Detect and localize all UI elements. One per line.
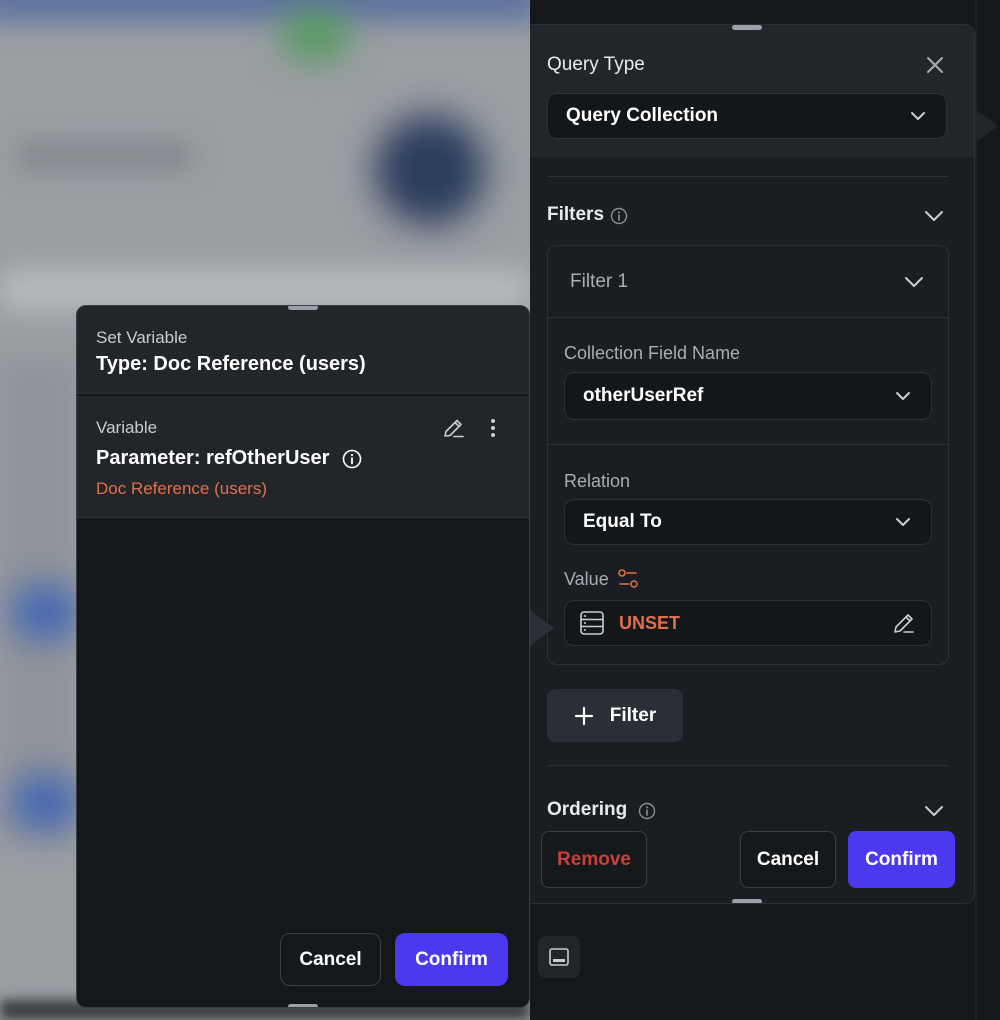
filters-label: Filters: [547, 204, 605, 225]
filter-1-header[interactable]: Filter 1: [548, 246, 948, 318]
ordering-label: Ordering: [547, 799, 628, 820]
set-variable-panel: Set Variable Type: Doc Reference (users)…: [76, 305, 530, 1008]
relation-dropdown[interactable]: Equal To: [564, 499, 932, 545]
query-panel-bottom-handle[interactable]: [732, 899, 762, 903]
value-field[interactable]: UNSET: [564, 600, 932, 646]
query-type-value: Query Collection: [566, 105, 719, 126]
bg-green-blob: [280, 10, 350, 60]
bg-avatar-blob: [375, 115, 485, 225]
set-variable-cancel-button[interactable]: Cancel: [280, 933, 381, 986]
chevron-down-icon[interactable]: [922, 205, 946, 227]
relation-value: Equal To: [583, 511, 662, 532]
value-status: UNSET: [619, 612, 681, 633]
value-label: Value: [564, 569, 609, 589]
set-variable-confirm-button[interactable]: Confirm: [395, 933, 508, 986]
variable-parameter: Parameter: refOtherUser: [96, 447, 330, 469]
set-variable-title: Set Variable: [96, 328, 188, 347]
edit-icon[interactable]: [442, 416, 466, 440]
query-panel-drag-handle[interactable]: [732, 25, 762, 30]
query-type-dropdown[interactable]: Query Collection: [547, 93, 947, 139]
set-variable-header: [77, 306, 529, 394]
variable-type: Type: Doc Reference (users): [96, 353, 366, 375]
variable-doc-type: Doc Reference (users): [96, 479, 268, 498]
more-vertical-icon[interactable]: [483, 416, 503, 440]
plus-icon: [574, 706, 593, 725]
remove-button[interactable]: Remove: [541, 831, 647, 888]
query-cancel-button[interactable]: Cancel: [740, 831, 836, 888]
chevron-down-icon: [905, 276, 923, 287]
add-filter-label: Filter: [609, 704, 657, 726]
bg-text-bar: [20, 145, 190, 167]
popup-pointer: [530, 610, 554, 646]
set-variable-bottom-handle[interactable]: [288, 1004, 318, 1007]
collection-field-dropdown[interactable]: otherUserRef: [564, 372, 932, 420]
separator: [547, 765, 949, 766]
info-icon[interactable]: [638, 802, 656, 820]
bg-blue-blob-2: [10, 775, 80, 830]
chevron-down-icon: [896, 518, 910, 526]
info-icon[interactable]: [342, 449, 362, 469]
info-icon[interactable]: [610, 207, 628, 225]
close-icon[interactable]: [923, 53, 947, 77]
collection-field-value: otherUserRef: [583, 385, 704, 406]
bg-top-bar: [0, 0, 530, 20]
chevron-down-icon: [911, 112, 925, 120]
collection-field-label: Collection Field Name: [564, 343, 741, 363]
variable-label: Variable: [96, 418, 158, 437]
panel-toggle-icon: [549, 948, 569, 966]
separator: [548, 444, 948, 445]
bg-light-bar: [0, 270, 530, 310]
separator: [547, 176, 949, 177]
query-type-label: Query Type: [547, 54, 645, 75]
query-panel: Query Type Query Collection Filters Filt…: [530, 24, 975, 904]
chevron-down-icon: [896, 392, 910, 400]
panel-toggle-button[interactable]: [538, 936, 580, 978]
filter-1-title: Filter 1: [570, 270, 629, 292]
relation-label: Relation: [564, 471, 631, 491]
database-icon: [580, 611, 604, 635]
set-variable-drag-handle[interactable]: [288, 306, 318, 310]
variable-icon[interactable]: [616, 567, 640, 591]
panel-pointer: [976, 110, 998, 142]
query-confirm-button[interactable]: Confirm: [848, 831, 955, 888]
edit-icon[interactable]: [891, 610, 917, 636]
add-filter-button[interactable]: Filter: [547, 689, 683, 742]
editor-divider: [975, 0, 977, 1020]
filter-card: Filter 1 Collection Field Name otherUser…: [547, 245, 949, 665]
bg-blue-blob-1: [10, 585, 80, 640]
chevron-down-icon[interactable]: [922, 800, 946, 822]
